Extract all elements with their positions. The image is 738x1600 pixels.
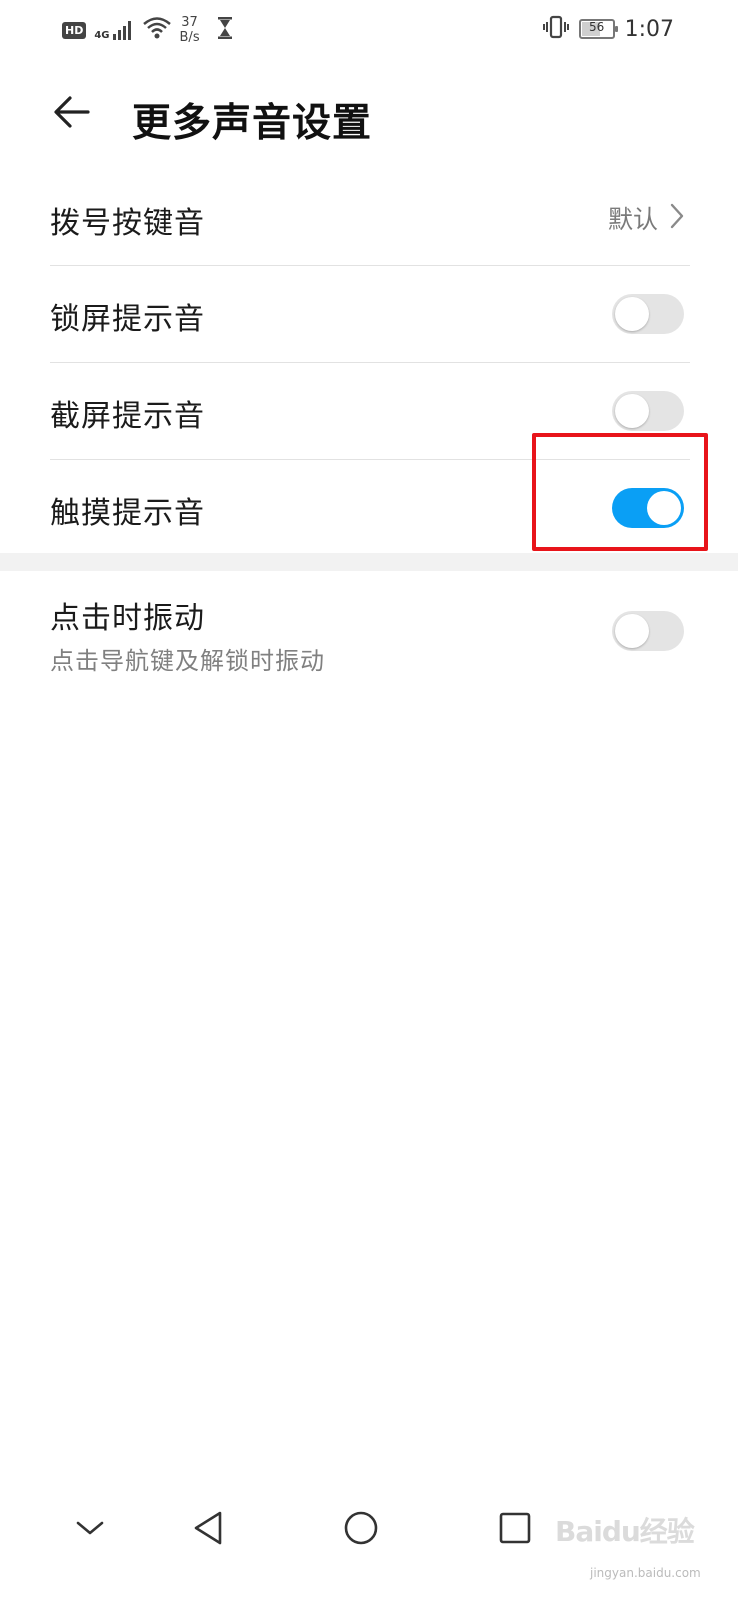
screenshot-sound-label: 截屏提示音: [50, 399, 205, 434]
vibrate-on-tap-label: 点击时振动: [50, 601, 205, 636]
app-header: 更多声音设置: [0, 80, 738, 152]
dial-tone-value-text: 默认: [607, 205, 658, 234]
nav-collapse-button[interactable]: [66, 1506, 114, 1554]
section-divider: [0, 553, 738, 571]
battery-level: 56: [588, 20, 605, 34]
toggle-knob: [615, 297, 649, 331]
dial-tone-value: 默认: [608, 200, 684, 236]
watermark-url: jingyan.baidu.com: [590, 1566, 701, 1580]
nav-back-button[interactable]: [184, 1506, 232, 1554]
vibrate-on-tap-description: 点击导航键及解锁时振动: [50, 647, 325, 675]
chevron-down-icon: [75, 1518, 105, 1542]
signal-icon: 4G: [94, 19, 133, 41]
network-speed-value: 37: [181, 15, 198, 30]
nav-back-icon: [192, 1510, 224, 1550]
network-type-label: 4G: [94, 30, 110, 41]
arrow-left-icon: [52, 92, 92, 136]
setting-row-lock-sound: 锁屏提示音: [0, 266, 738, 363]
vibrate-icon: [542, 15, 569, 43]
battery-icon: 56: [578, 19, 618, 39]
dial-tone-label: 拨号按键音: [50, 206, 205, 241]
wifi-icon: [142, 16, 172, 44]
status-left: HD 4G 37 B/s: [62, 10, 234, 50]
setting-row-dial-tone[interactable]: 拨号按键音 默认: [0, 170, 738, 266]
toggle-knob: [615, 614, 649, 648]
nav-home-button[interactable]: [337, 1506, 385, 1554]
clock: 1:07: [624, 16, 674, 42]
nav-home-icon: [343, 1510, 379, 1550]
status-right: 56 1:07: [542, 12, 674, 46]
hourglass-icon: [216, 16, 234, 44]
screenshot-sound-toggle[interactable]: [612, 391, 684, 431]
toggle-knob: [615, 394, 649, 428]
network-speed-unit: B/s: [179, 30, 200, 45]
hd-badge: HD: [62, 21, 87, 39]
status-bar: HD 4G 37 B/s 56 1:07: [0, 0, 738, 58]
lock-sound-label: 锁屏提示音: [50, 302, 205, 337]
back-button[interactable]: [48, 90, 96, 138]
highlight-box: [532, 433, 708, 551]
lock-sound-toggle[interactable]: [612, 294, 684, 334]
touch-sound-label: 触摸提示音: [50, 496, 205, 531]
network-speed: 37 B/s: [180, 15, 200, 45]
nav-recents-icon: [498, 1511, 532, 1549]
setting-row-vibrate-on-tap: 点击时振动 点击导航键及解锁时振动: [0, 571, 738, 691]
chevron-right-icon: [670, 203, 684, 233]
vibrate-on-tap-toggle[interactable]: [612, 611, 684, 651]
nav-recents-button[interactable]: [491, 1506, 539, 1554]
page-title: 更多声音设置: [132, 101, 373, 146]
baidu-watermark: Baidu经验: [555, 1515, 695, 1548]
